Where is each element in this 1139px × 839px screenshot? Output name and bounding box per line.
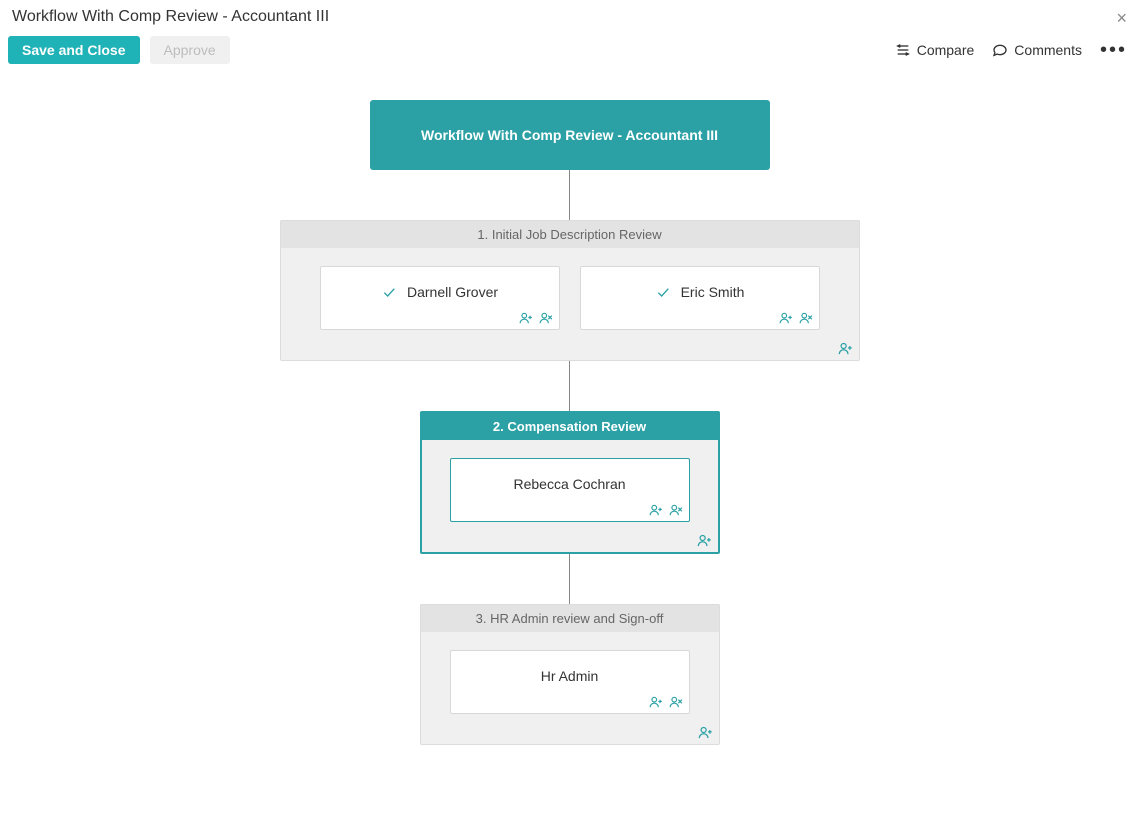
comment-icon [992, 42, 1008, 58]
compare-icon [895, 42, 911, 58]
add-user-icon[interactable] [838, 341, 853, 356]
add-user-icon[interactable] [697, 533, 712, 548]
connector-line [569, 554, 570, 604]
assignee-name: Rebecca Cochran [513, 476, 625, 492]
workflow-canvas: Workflow With Comp Review - Accountant I… [0, 70, 1139, 745]
connector-line [569, 361, 570, 411]
remove-user-icon[interactable] [669, 695, 683, 709]
assignee-card[interactable]: Eric Smith [580, 266, 820, 330]
connector-line [569, 170, 570, 220]
add-user-icon[interactable] [649, 503, 663, 517]
workflow-stage[interactable]: 1. Initial Job Description Review Darnel… [280, 220, 860, 361]
more-menu-button[interactable]: ••• [1100, 39, 1127, 62]
remove-user-icon[interactable] [669, 503, 683, 517]
compare-button[interactable]: Compare [895, 42, 975, 58]
assignee-name: Hr Admin [541, 668, 599, 684]
remove-user-icon[interactable] [799, 311, 813, 325]
workflow-stage[interactable]: 2. Compensation Review Rebecca Cochran [420, 411, 720, 554]
stage-title: 3. HR Admin review and Sign-off [421, 605, 719, 632]
stage-title: 1. Initial Job Description Review [281, 221, 859, 248]
check-icon [381, 284, 397, 300]
comments-button[interactable]: Comments [992, 42, 1082, 58]
page-title: Workflow With Comp Review - Accountant I… [12, 8, 329, 26]
assignee-name: Eric Smith [681, 284, 745, 300]
add-user-icon[interactable] [649, 695, 663, 709]
stage-title: 2. Compensation Review [422, 413, 718, 440]
approve-button: Approve [150, 36, 230, 64]
assignee-card[interactable]: Rebecca Cochran [450, 458, 690, 522]
workflow-root-title: Workflow With Comp Review - Accountant I… [421, 127, 718, 143]
assignee-card[interactable]: Darnell Grover [320, 266, 560, 330]
assignee-card[interactable]: Hr Admin [450, 650, 690, 714]
close-icon[interactable]: × [1116, 8, 1127, 29]
workflow-root-card: Workflow With Comp Review - Accountant I… [370, 100, 770, 170]
compare-label: Compare [917, 42, 975, 58]
assignee-name: Darnell Grover [407, 284, 498, 300]
add-user-icon[interactable] [698, 725, 713, 740]
check-icon [655, 284, 671, 300]
add-user-icon[interactable] [519, 311, 533, 325]
workflow-stage[interactable]: 3. HR Admin review and Sign-off Hr Admin [420, 604, 720, 745]
save-and-close-button[interactable]: Save and Close [8, 36, 140, 64]
remove-user-icon[interactable] [539, 311, 553, 325]
add-user-icon[interactable] [779, 311, 793, 325]
comments-label: Comments [1014, 42, 1082, 58]
